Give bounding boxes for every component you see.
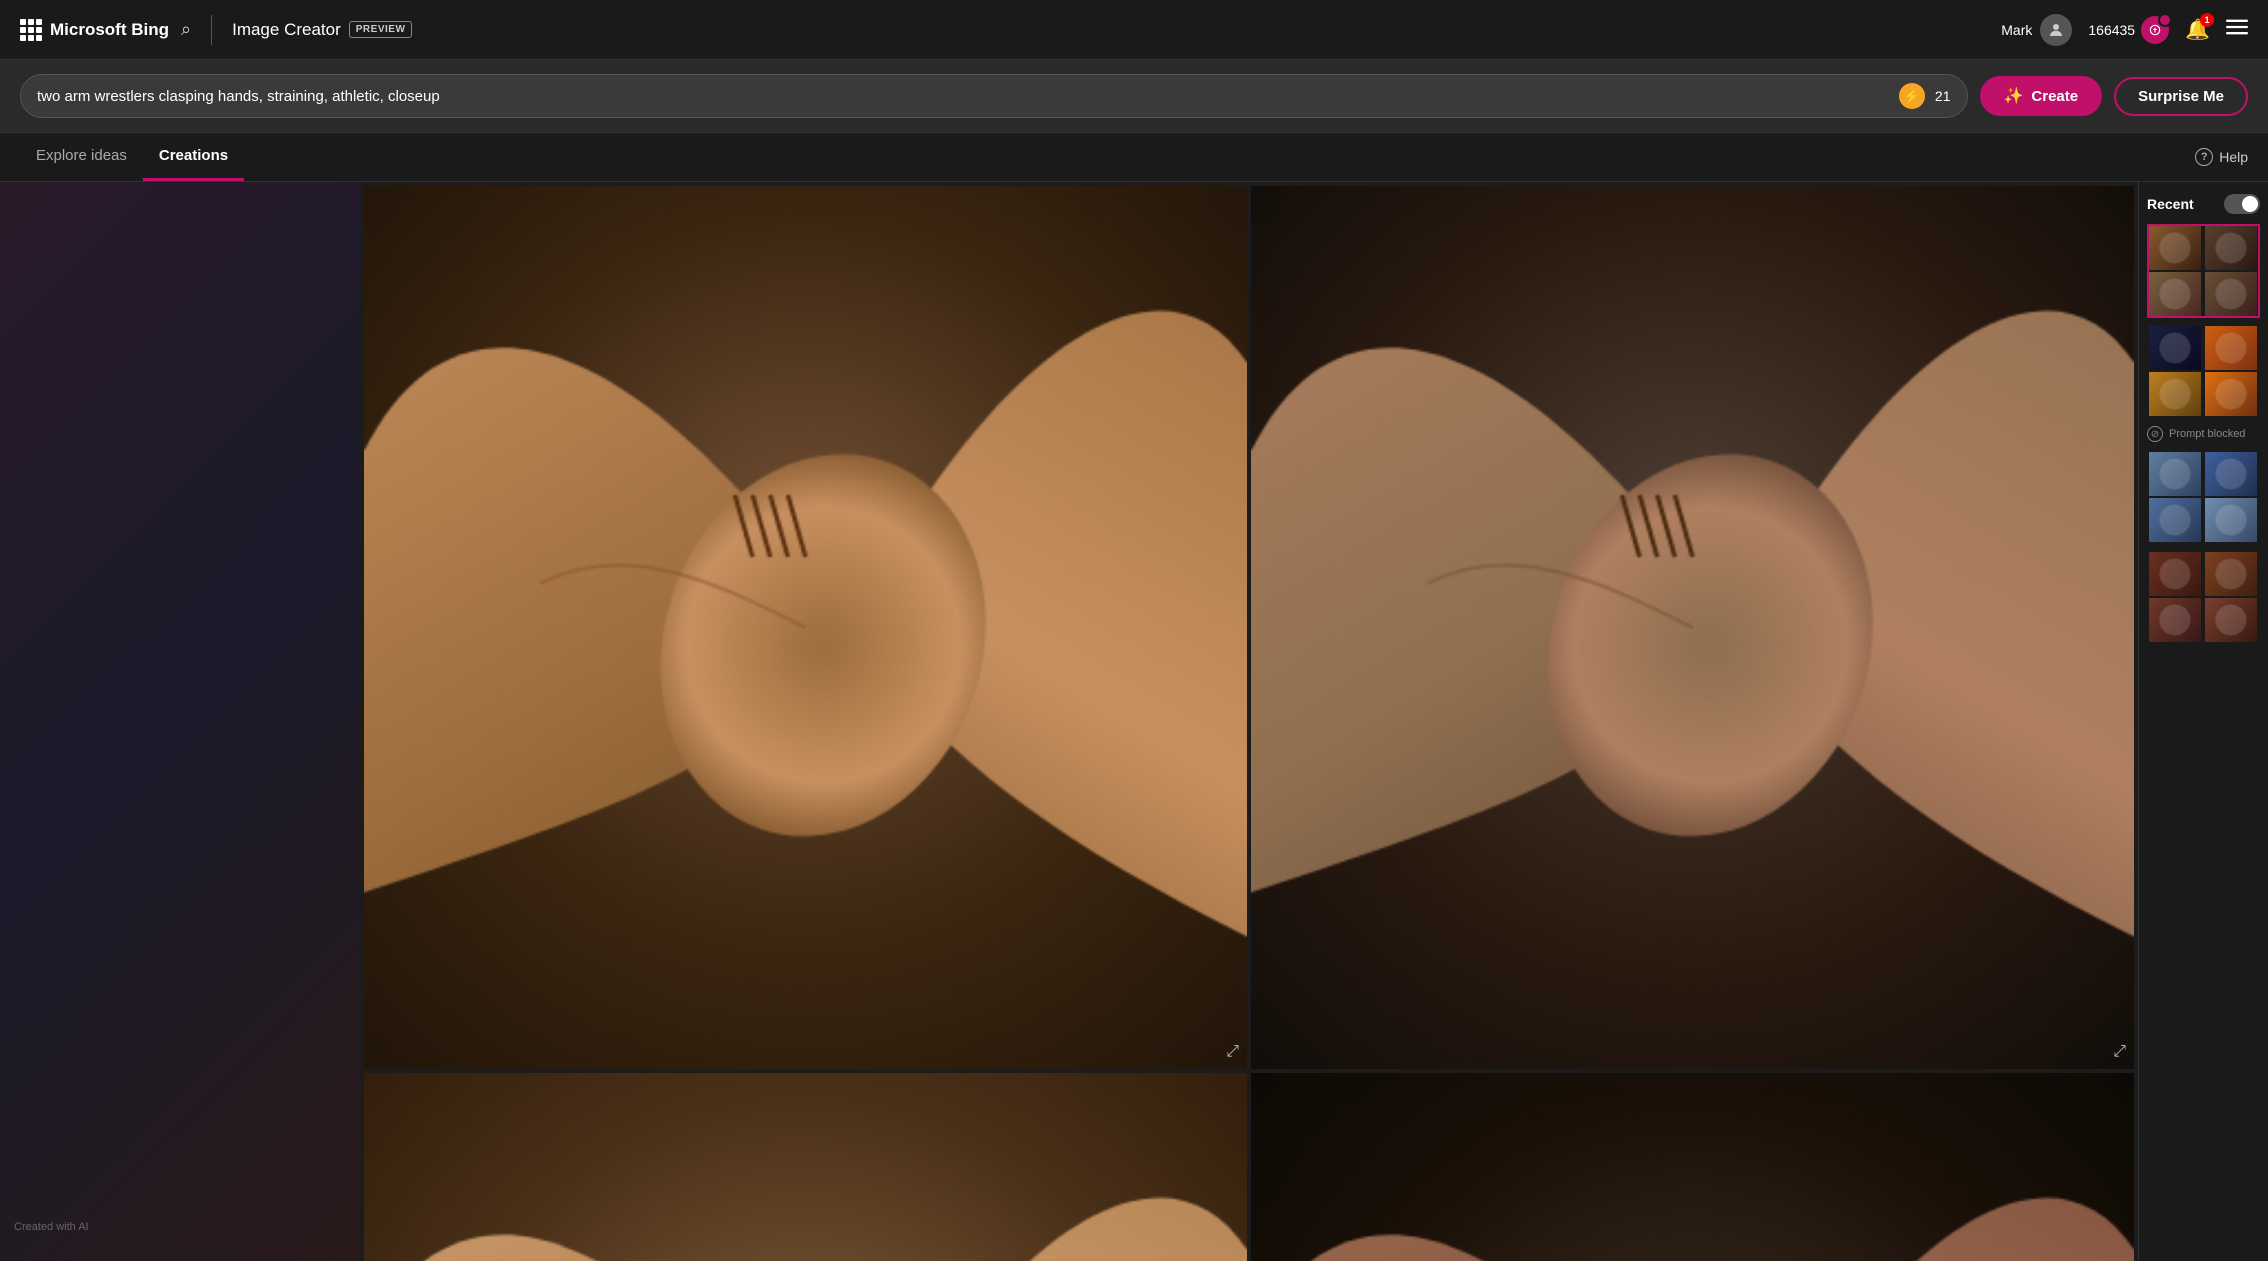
menu-button[interactable] — [2226, 16, 2248, 44]
sidebar-thumb-grid-2 — [2147, 324, 2260, 418]
thumb-canvas-3a — [2149, 452, 2201, 496]
thumb-canvas-4c — [2149, 598, 2201, 642]
user-avatar — [2040, 14, 2072, 46]
sidebar-thumb-group-2[interactable] — [2147, 324, 2260, 418]
header: Microsoft Bing ⌕ Image Creator PREVIEW M… — [0, 0, 2268, 60]
surprise-label: Surprise Me — [2138, 88, 2224, 105]
bing-grid-icon — [20, 19, 42, 41]
prompt-blocked: ⊘ Prompt blocked — [2147, 426, 2260, 442]
image-cell-2[interactable]: ⤢ — [1251, 186, 2134, 1069]
main-layout: ⤢ ⤢ ⤢ ⤢ Recent — [0, 182, 2268, 1261]
sidebar-thumb-group-3[interactable] — [2147, 450, 2260, 544]
header-right: Mark 166435 🔔 1 — [2001, 14, 2248, 46]
credits-count: 166435 — [2088, 22, 2135, 38]
thumb-cell-3c — [2149, 498, 2201, 542]
thumb-cell-4c — [2149, 598, 2201, 642]
thumb-canvas-1b — [2205, 226, 2257, 270]
thumb-canvas-4b — [2205, 552, 2257, 596]
thumb-canvas-3c — [2149, 498, 2201, 542]
notification-badge: 1 — [2200, 13, 2214, 27]
search-bar: ⚡ 21 ✨ Create Surprise Me — [0, 60, 2268, 133]
thumb-canvas-2d — [2205, 372, 2257, 416]
thumb-cell-4d — [2205, 598, 2257, 642]
expand-icon-1: ⤢ — [1226, 1043, 1239, 1061]
tabs-left: Explore ideas Creations — [20, 133, 244, 181]
thumb-canvas-3b — [2205, 452, 2257, 496]
image-cell-3[interactable]: ⤢ — [364, 1073, 1247, 1261]
image-grid: ⤢ ⤢ ⤢ ⤢ — [360, 182, 2138, 1261]
help-button[interactable]: ? Help — [2195, 140, 2248, 174]
sidebar-thumb-group-4[interactable] — [2147, 550, 2260, 644]
expand-icon-2: ⤢ — [2113, 1043, 2126, 1061]
image-canvas-4 — [1251, 1073, 2134, 1261]
thumb-canvas-1d — [2205, 272, 2257, 316]
thumb-canvas-2a — [2149, 326, 2201, 370]
recent-label: Recent — [2147, 196, 2194, 212]
thumb-canvas-2c — [2149, 372, 2201, 416]
thumb-canvas-1c — [2149, 272, 2201, 316]
user-info[interactable]: Mark — [2001, 14, 2072, 46]
product-name: Image Creator — [232, 20, 341, 40]
tab-creations[interactable]: Creations — [143, 133, 244, 181]
image-canvas-2 — [1251, 186, 2134, 1069]
thumb-cell-1a — [2149, 226, 2201, 270]
thumb-canvas-4d — [2205, 598, 2257, 642]
left-panel — [0, 182, 360, 1261]
create-button[interactable]: ✨ Create — [1980, 76, 2103, 116]
help-label: Help — [2219, 149, 2248, 165]
credits-display[interactable]: 166435 — [2088, 16, 2169, 44]
thumb-cell-4a — [2149, 552, 2201, 596]
thumb-cell-2d — [2205, 372, 2257, 416]
header-divider — [211, 15, 212, 45]
thumb-cell-2a — [2149, 326, 2201, 370]
thumb-canvas-2b — [2205, 326, 2257, 370]
prompt-blocked-label: Prompt blocked — [2169, 428, 2245, 440]
tabs-bar: Explore ideas Creations ? Help — [0, 133, 2268, 182]
sidebar-thumb-group-1[interactable] — [2147, 224, 2260, 318]
recent-toggle[interactable] — [2224, 194, 2260, 214]
blocked-icon: ⊘ — [2147, 426, 2163, 442]
surprise-button[interactable]: Surprise Me — [2114, 77, 2248, 116]
credits-icon — [2141, 16, 2169, 44]
image-creator-label: Image Creator PREVIEW — [232, 20, 412, 40]
sidebar-recent-header: Recent — [2147, 194, 2260, 214]
thumb-cell-2b — [2205, 326, 2257, 370]
image-cell-4[interactable]: ⤢ — [1251, 1073, 2134, 1261]
thumb-cell-1b — [2205, 226, 2257, 270]
right-sidebar: Recent — [2138, 182, 2268, 1261]
image-cell-1[interactable]: ⤢ — [364, 186, 1247, 1069]
boost-icon: ⚡ — [1899, 83, 1925, 109]
footer-ai-label: Created with AI — [14, 1221, 89, 1233]
thumb-cell-3b — [2205, 452, 2257, 496]
sidebar-thumb-grid-3 — [2147, 450, 2260, 544]
preview-badge: PREVIEW — [349, 21, 413, 38]
thumb-cell-3d — [2205, 498, 2257, 542]
toggle-knob — [2242, 196, 2258, 212]
image-canvas-1 — [364, 186, 1247, 1069]
thumb-cell-4b — [2205, 552, 2257, 596]
thumb-cell-1c — [2149, 272, 2201, 316]
thumb-canvas-3d — [2205, 498, 2257, 542]
image-canvas-3 — [364, 1073, 1247, 1261]
thumb-canvas-4a — [2149, 552, 2201, 596]
sidebar-thumb-grid-4 — [2147, 550, 2260, 644]
thumb-cell-1d — [2205, 272, 2257, 316]
user-name: Mark — [2001, 22, 2032, 38]
notification-button[interactable]: 🔔 1 — [2185, 17, 2210, 42]
bing-logo[interactable]: Microsoft Bing — [20, 19, 169, 41]
thumb-cell-2c — [2149, 372, 2201, 416]
search-input[interactable] — [37, 88, 1889, 105]
create-icon: ✨ — [2004, 86, 2024, 106]
help-icon: ? — [2195, 148, 2213, 166]
create-label: Create — [2031, 88, 2078, 105]
boost-count: 21 — [1935, 88, 1951, 104]
bing-logo-text: Microsoft Bing — [50, 20, 169, 40]
image-grid-area: ⤢ ⤢ ⤢ ⤢ — [360, 182, 2138, 1261]
search-icon[interactable]: ⌕ — [181, 19, 191, 40]
tab-explore[interactable]: Explore ideas — [20, 133, 143, 181]
thumb-cell-3a — [2149, 452, 2201, 496]
sidebar-thumb-grid-1 — [2147, 224, 2260, 318]
thumb-canvas-1a — [2149, 226, 2201, 270]
search-input-wrapper: ⚡ 21 — [20, 74, 1968, 118]
